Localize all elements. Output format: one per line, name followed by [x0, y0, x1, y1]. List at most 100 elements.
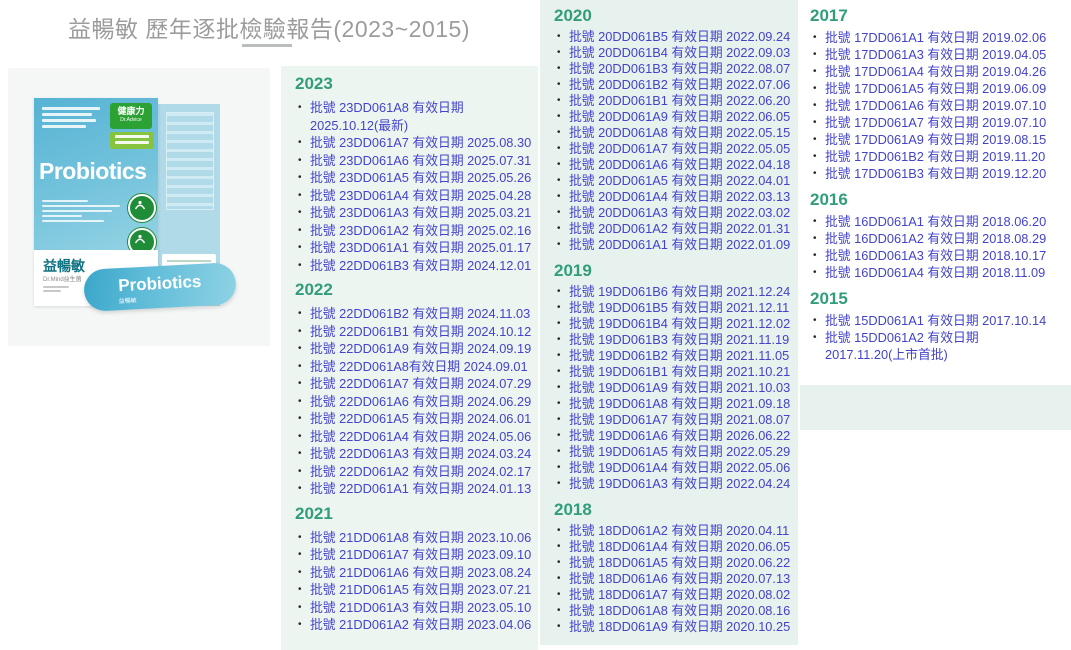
batch-report-link[interactable]: 批號 20DD061A1 有效日期 2022.01.09	[569, 237, 790, 252]
batch-report-link[interactable]: 批號 23DD061A6 有效日期 2025.07.31	[310, 153, 531, 168]
batch-report-link[interactable]: 批號 22DD061B2 有效日期 2024.11.03	[310, 306, 530, 321]
batch-report-link[interactable]: 批號 19DD061B1 有效日期 2021.10.21	[569, 364, 790, 379]
batch-report-item: 批號 17DD061A5 有效日期 2019.06.09	[810, 80, 1067, 97]
batch-report-link[interactable]: 批號 19DD061A6 有效日期 2026.06.22	[569, 428, 790, 443]
box-top-text-graphic	[42, 107, 100, 131]
batch-report-link[interactable]: 批號 16DD061A1 有效日期 2018.06.20	[825, 214, 1046, 229]
batch-report-link[interactable]: 批號 22DD061A3 有效日期 2024.03.24	[310, 446, 531, 461]
batch-report-link[interactable]: 批號 20DD061B2 有效日期 2022.07.06	[569, 77, 790, 92]
batch-report-link[interactable]: 批號 20DD061A4 有效日期 2022.03.13	[569, 189, 790, 204]
batch-report-link[interactable]: 批號 18DD061A2 有效日期 2020.04.11	[569, 523, 789, 538]
batch-report-link[interactable]: 批號 22DD061A2 有效日期 2024.02.17	[310, 464, 531, 479]
batch-report-link[interactable]: 批號 20DD061A9 有效日期 2022.06.05	[569, 109, 790, 124]
batch-report-link[interactable]: 批號 17DD061B2 有效日期 2019.11.20	[825, 149, 1045, 164]
batch-report-link[interactable]: 批號 22DD061B3 有效日期 2024.12.01	[310, 258, 531, 273]
batch-report-item: 批號 17DD061A3 有效日期 2019.04.05	[810, 46, 1067, 63]
batch-report-link[interactable]: 批號 18DD061A9 有效日期 2020.10.25	[569, 619, 790, 634]
reports-column-2023-2021: 2023批號 23DD061A8 有效日期2025.10.12(最新)批號 23…	[281, 66, 538, 650]
batch-report-link[interactable]: 批號 19DD061B5 有效日期 2021.12.11	[569, 300, 789, 315]
batch-report-link[interactable]: 批號 17DD061A1 有效日期 2019.02.06	[825, 30, 1046, 45]
batch-report-link[interactable]: 批號 23DD061A1 有效日期 2025.01.17	[310, 240, 531, 255]
batch-report-link[interactable]: 批號 17DD061A6 有效日期 2019.07.10	[825, 98, 1046, 113]
batch-report-link[interactable]: 批號 20DD061A6 有效日期 2022.04.18	[569, 157, 790, 172]
batch-report-link[interactable]: 批號 19DD061A4 有效日期 2022.05.06	[569, 460, 790, 475]
batch-report-link[interactable]: 批號 23DD061A4 有效日期 2025.04.28	[310, 188, 531, 203]
batch-list-2017: 批號 17DD061A1 有效日期 2019.02.06 批號 17DD061A3…	[810, 29, 1067, 182]
batch-report-item: 批號 19DD061A6 有效日期 2026.06.22	[554, 428, 792, 444]
batch-report-link[interactable]: 批號 20DD061A2 有效日期 2022.01.31	[569, 221, 790, 236]
batch-report-link[interactable]: 批號 20DD061A8 有效日期 2022.05.15	[569, 125, 790, 140]
year-heading-2022: 2022	[295, 280, 532, 300]
batch-report-link[interactable]: 批號 17DD061A5 有效日期 2019.06.09	[825, 81, 1046, 96]
batch-report-link[interactable]: 批號 22DD061A5 有效日期 2024.06.01	[310, 411, 531, 426]
batch-report-link[interactable]: 批號 16DD061A4 有效日期 2018.11.09	[825, 265, 1045, 280]
batch-report-link[interactable]: 批號 21DD061A6 有效日期 2023.08.24	[310, 565, 531, 580]
batch-report-link[interactable]: 批號 20DD061B4 有效日期 2022.09.03	[569, 45, 790, 60]
batch-report-item: 批號 23DD061A4 有效日期 2025.04.28	[295, 187, 532, 205]
batch-report-link[interactable]: 批號 19DD061A3 有效日期 2022.04.24	[569, 476, 790, 491]
batch-report-link[interactable]: 批號 19DD061A9 有效日期 2021.10.03	[569, 380, 790, 395]
batch-report-item: 批號 21DD061A3 有效日期 2023.05.10	[295, 599, 532, 617]
batch-report-link[interactable]: 批號 22DD061A7 有效日期 2024.07.29	[310, 376, 531, 391]
batch-report-link[interactable]: 批號 20DD061B1 有效日期 2022.06.20	[569, 93, 790, 108]
batch-report-link[interactable]: 批號 22DD061B1 有效日期 2024.10.12	[310, 324, 531, 339]
brand-badge: 健康力 Dr.Advice	[110, 103, 152, 129]
batch-report-link[interactable]: 批號 23DD061A8 有效日期2025.10.12(最新)	[310, 100, 464, 133]
batch-report-link[interactable]: 批號 19DD061A7 有效日期 2021.08.07	[569, 412, 790, 427]
reports-column-2017-2015: 2017批號 17DD061A1 有效日期 2019.02.06批號 17DD0…	[800, 0, 1071, 385]
batch-report-link[interactable]: 批號 23DD061A7 有效日期 2025.08.30	[310, 135, 531, 150]
batch-report-link[interactable]: 批號 21DD061A7 有效日期 2023.09.10	[310, 547, 531, 562]
batch-report-link[interactable]: 批號 20DD061A3 有效日期 2022.03.02	[569, 205, 790, 220]
batch-report-link[interactable]: 批號 19DD061B4 有效日期 2021.12.02	[569, 316, 790, 331]
batch-report-link[interactable]: 批號 20DD061B5 有效日期 2022.09.24	[569, 29, 790, 44]
batch-report-link[interactable]: 批號 16DD061A3 有效日期 2018.10.17	[825, 248, 1046, 263]
batch-report-link[interactable]: 批號 22DD061A9 有效日期 2024.09.19	[310, 341, 531, 356]
batch-report-link[interactable]: 批號 16DD061A2 有效日期 2018.08.29	[825, 231, 1046, 246]
batch-report-link[interactable]: 批號 19DD061A8 有效日期 2021.09.18	[569, 396, 790, 411]
batch-report-link[interactable]: 批號 17DD061A3 有效日期 2019.04.05	[825, 47, 1046, 62]
batch-report-link[interactable]: 批號 19DD061B2 有效日期 2021.11.05	[569, 348, 789, 363]
batch-report-link[interactable]: 批號 20DD061B3 有效日期 2022.08.07	[569, 61, 790, 76]
batch-report-link[interactable]: 批號 18DD061A4 有效日期 2020.06.05	[569, 539, 790, 554]
batch-report-link[interactable]: 批號 23DD061A3 有效日期 2025.03.21	[310, 205, 531, 220]
batch-report-link[interactable]: 批號 22DD061A8有效日期 2024.09.01	[310, 359, 528, 374]
batch-report-link[interactable]: 批號 19DD061A5 有效日期 2022.05.29	[569, 444, 790, 459]
batch-report-link[interactable]: 批號 22DD061A6 有效日期 2024.06.29	[310, 394, 531, 409]
batch-report-link[interactable]: 批號 21DD061A5 有效日期 2023.07.21	[310, 582, 531, 597]
box-mid-text-graphic	[42, 200, 120, 225]
batch-report-link[interactable]: 批號 17DD061A9 有效日期 2019.08.15	[825, 132, 1046, 147]
batch-report-link[interactable]: 批號 22DD061A4 有效日期 2024.05.06	[310, 429, 531, 444]
batch-report-link[interactable]: 批號 18DD061A8 有效日期 2020.08.16	[569, 603, 790, 618]
batch-report-link[interactable]: 批號 17DD061A4 有效日期 2019.04.26	[825, 64, 1046, 79]
batch-report-link[interactable]: 批號 21DD061A2 有效日期 2023.04.06	[310, 617, 531, 632]
batch-report-link[interactable]: 批號 17DD061B3 有效日期 2019.12.20	[825, 166, 1046, 181]
batch-report-item: 批號 18DD061A7 有效日期 2020.08.02	[554, 587, 792, 603]
batch-report-link[interactable]: 批號 17DD061A7 有效日期 2019.07.10	[825, 115, 1046, 130]
batch-report-link[interactable]: 批號 23DD061A2 有效日期 2025.02.16	[310, 223, 531, 238]
year-heading-2020: 2020	[554, 6, 792, 26]
batch-report-item: 批號 17DD061B2 有效日期 2019.11.20	[810, 148, 1067, 165]
batch-report-link[interactable]: 批號 22DD061A1 有效日期 2024.01.13	[310, 481, 531, 496]
batch-report-item: 批號 20DD061A1 有效日期 2022.01.09	[554, 237, 792, 253]
brand-name: 健康力	[110, 105, 152, 117]
batch-report-link[interactable]: 批號 18DD061A7 有效日期 2020.08.02	[569, 587, 790, 602]
batch-report-link[interactable]: 批號 18DD061A6 有效日期 2020.07.13	[569, 571, 790, 586]
batch-report-link[interactable]: 批號 18DD061A5 有效日期 2020.06.22	[569, 555, 790, 570]
batch-report-link[interactable]: 批號 23DD061A5 有效日期 2025.05.26	[310, 170, 531, 185]
batch-report-item: 批號 22DD061A3 有效日期 2024.03.24	[295, 445, 532, 463]
batch-report-link[interactable]: 批號 19DD061B6 有效日期 2021.12.24	[569, 284, 790, 299]
bottom-green-block	[800, 385, 1071, 430]
batch-report-link[interactable]: 批號 19DD061B3 有效日期 2021.11.19	[569, 332, 789, 347]
nutrition-table-graphic	[166, 112, 214, 210]
health-food-cert-icon	[128, 194, 156, 222]
batch-list-2015: 批號 15DD061A1 有效日期 2017.10.14 批號 15DD061A2…	[810, 312, 1067, 363]
batch-report-link[interactable]: 批號 15DD061A2 有效日期2017.11.20(上市首批)	[825, 330, 979, 362]
batch-report-item: 批號 23DD061A1 有效日期 2025.01.17	[295, 239, 532, 257]
batch-report-link[interactable]: 批號 20DD061A7 有效日期 2022.05.05	[569, 141, 790, 156]
batch-report-link[interactable]: 批號 15DD061A1 有效日期 2017.10.14	[825, 313, 1046, 328]
batch-report-link[interactable]: 批號 21DD061A8 有效日期 2023.10.06	[310, 530, 531, 545]
year-heading-2019: 2019	[554, 261, 792, 281]
batch-report-link[interactable]: 批號 21DD061A3 有效日期 2023.05.10	[310, 600, 531, 615]
batch-report-item: 批號 23DD061A5 有效日期 2025.05.26	[295, 169, 532, 187]
batch-report-link[interactable]: 批號 20DD061A5 有效日期 2022.04.01	[569, 173, 790, 188]
